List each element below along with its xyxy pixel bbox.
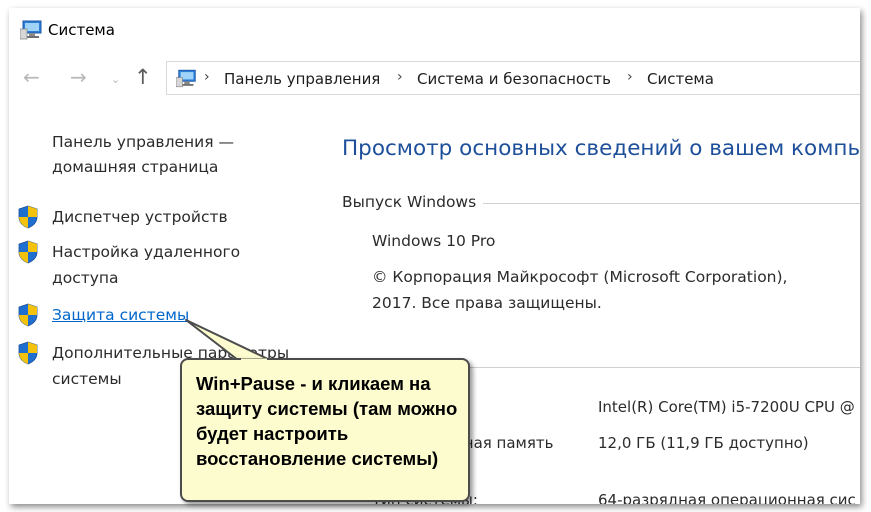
sidebar-home-line1: Панель управления —: [52, 133, 234, 151]
title-bar: Система: [9, 8, 860, 58]
chevron-right-icon[interactable]: ›: [204, 69, 210, 85]
sidebar-home-link[interactable]: Панель управления — домашняя страница: [52, 130, 234, 180]
breadcrumb-system[interactable]: Система: [647, 70, 714, 88]
arrow-left-icon[interactable]: ←: [23, 66, 40, 88]
memory-value: 12,0 ГБ (11,9 ГБ доступно): [598, 434, 809, 452]
section-divider: [483, 203, 860, 204]
main-content: Просмотр основных сведений о вашем компь…: [329, 100, 860, 504]
sidebar-item-label: Настройка удаленного: [52, 243, 241, 261]
window-title: Система: [48, 21, 115, 39]
sidebar-home-line2: домашняя страница: [52, 158, 219, 176]
sidebar-item-label: Дополнительные параметры: [52, 344, 290, 362]
windows-edition: Windows 10 Pro: [372, 232, 496, 250]
system-section-header: Система: [342, 357, 412, 375]
system-window: Система ← → ⌄ ↑ › Панель управления › Си…: [9, 8, 860, 504]
computer-icon: [176, 69, 196, 88]
arrow-up-icon[interactable]: ↑: [134, 66, 152, 88]
copyright-line1: © Корпорация Майкрософт (Microsoft Corpo…: [372, 268, 788, 286]
sidebar-item-label[interactable]: Защита системы: [52, 303, 189, 328]
sidebar-item-label-line2: доступа: [52, 269, 119, 287]
edition-section-header: Выпуск Windows: [342, 193, 477, 211]
sidebar: Панель управления — домашняя страница Ди…: [9, 100, 329, 504]
shield-icon: [18, 205, 38, 229]
arrow-right-icon[interactable]: →: [70, 66, 87, 88]
breadcrumb-control-panel[interactable]: Панель управления: [224, 70, 380, 88]
navigation-bar: ← → ⌄ ↑ › Панель управления › Система и …: [9, 58, 860, 100]
copyright-line2: 2017. Все права защищены.: [372, 294, 602, 312]
shield-icon: [18, 341, 38, 365]
chevron-right-icon[interactable]: ›: [397, 69, 403, 85]
sidebar-item-label: Диспетчер устройств: [52, 208, 228, 226]
shield-icon: [18, 240, 38, 264]
breadcrumb-system-security[interactable]: Система и безопасность: [417, 70, 611, 88]
processor-value: Intel(R) Core(TM) i5-7200U CPU @: [598, 398, 855, 416]
chevron-down-icon[interactable]: ⌄: [111, 69, 120, 91]
system-type-label: Тип системы:: [372, 491, 478, 504]
sidebar-item-label-line2: системы: [52, 370, 122, 388]
chevron-right-icon[interactable]: ›: [627, 69, 633, 85]
copyright-text: © Корпорация Майкрософт (Microsoft Corpo…: [372, 264, 787, 316]
section-divider: [415, 367, 860, 368]
shield-icon: [18, 303, 38, 327]
memory-label: Установленная память: [372, 434, 554, 452]
page-title: Просмотр основных сведений о вашем компь…: [342, 136, 860, 161]
system-type-value: 64-разрядная операционная сис: [598, 491, 856, 504]
address-bar[interactable]: › Панель управления › Система и безопасн…: [166, 61, 860, 95]
computer-icon: [20, 20, 42, 40]
